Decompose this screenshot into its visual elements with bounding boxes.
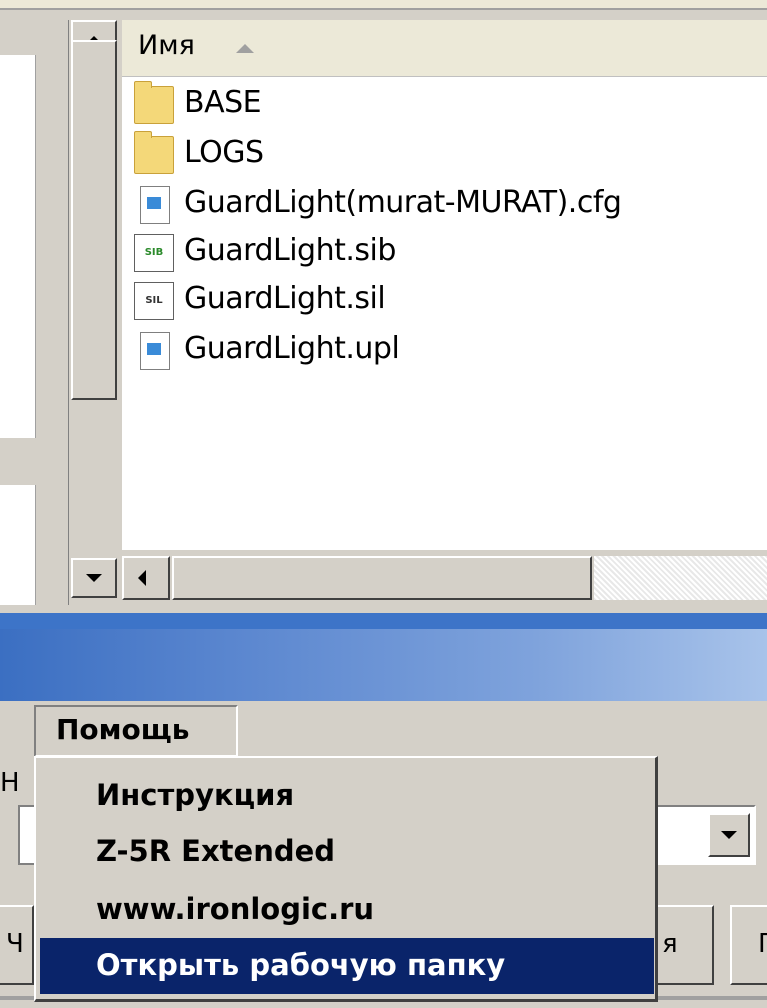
config-file-icon: [140, 186, 170, 224]
combobox-dropdown-button[interactable]: [708, 813, 750, 857]
left-tree-pane-lower[interactable]: [0, 485, 36, 605]
file-name: GuardLight.sil: [184, 281, 386, 316]
sort-ascending-icon: [236, 44, 254, 53]
window-top-edge: [0, 0, 767, 10]
menu-bar: Помощь: [0, 701, 767, 761]
menu-item-open-work-folder[interactable]: Открыть рабочую папку: [40, 938, 654, 994]
folder-icon: [134, 131, 174, 174]
file-list[interactable]: Имя BASE LOGS GuardLight(murat-MURAT).cf…: [122, 20, 767, 550]
menu-help[interactable]: Помощь: [34, 705, 238, 757]
file-name: BASE: [184, 85, 262, 120]
dialog-button-left-label: Ч: [6, 929, 24, 959]
dialog-button-left[interactable]: Ч: [0, 905, 34, 985]
arrow-down-icon: [86, 574, 102, 582]
dialog-button-middle-label: я: [662, 929, 678, 959]
menu-item-label: Открыть рабочую папку: [96, 948, 506, 982]
scroll-left-button[interactable]: [122, 556, 170, 600]
folder-icon: [134, 81, 174, 124]
combobox[interactable]: [656, 805, 756, 865]
file-row-sib[interactable]: SIB GuardLight.sib: [130, 230, 750, 274]
vertical-scroll-thumb[interactable]: [71, 40, 117, 400]
dialog-button-right-label: Г: [758, 929, 767, 959]
horizontal-scroll-thumb[interactable]: [172, 556, 592, 600]
menu-item-label: Инструкция: [96, 778, 295, 812]
menu-item-z5r-extended[interactable]: Z-5R Extended: [40, 824, 654, 880]
left-tree-pane[interactable]: [0, 55, 36, 438]
chevron-down-icon: [721, 831, 737, 839]
menu-help-label: Помощь: [56, 713, 190, 746]
horizontal-scroll-track[interactable]: [594, 556, 767, 600]
menu-item-website[interactable]: www.ironlogic.ru: [40, 882, 654, 938]
help-dropdown-menu: Инструкция Z-5R Extended www.ironlogic.r…: [34, 756, 658, 1002]
horizontal-scrollbar[interactable]: [122, 550, 767, 605]
arrow-left-icon: [138, 570, 146, 586]
file-row-cfg[interactable]: GuardLight(murat-MURAT).cfg: [130, 182, 750, 226]
dialog-button-right[interactable]: Г: [730, 905, 767, 985]
window-titlebar[interactable]: [0, 629, 767, 701]
window-separator: [0, 605, 767, 613]
menu-item-instruction[interactable]: Инструкция: [40, 768, 654, 824]
column-header-label: Имя: [138, 30, 195, 61]
menu-item-label: Z-5R Extended: [96, 834, 336, 868]
sib-file-icon: SIB: [134, 234, 174, 272]
file-name: GuardLight(murat-MURAT).cfg: [184, 185, 622, 220]
vertical-scrollbar[interactable]: [68, 20, 120, 605]
file-name: GuardLight.sib: [184, 233, 396, 268]
upl-file-icon: [140, 332, 170, 370]
menu-item-label: www.ironlogic.ru: [96, 892, 375, 926]
file-row-upl[interactable]: GuardLight.upl: [130, 328, 750, 372]
file-row-base[interactable]: BASE: [130, 81, 750, 126]
sil-file-icon: SIL: [134, 282, 174, 320]
file-row-logs[interactable]: LOGS: [130, 131, 750, 176]
file-name: LOGS: [184, 135, 264, 170]
dialog-label-fragment: Н: [0, 768, 20, 798]
scroll-down-button[interactable]: [71, 558, 117, 598]
file-name: GuardLight.upl: [184, 331, 400, 366]
column-header-name[interactable]: Имя: [122, 20, 767, 77]
dialog-button-middle[interactable]: я: [656, 905, 714, 985]
file-row-sil[interactable]: SIL GuardLight.sil: [130, 278, 750, 322]
titlebar-edge: [0, 613, 767, 629]
